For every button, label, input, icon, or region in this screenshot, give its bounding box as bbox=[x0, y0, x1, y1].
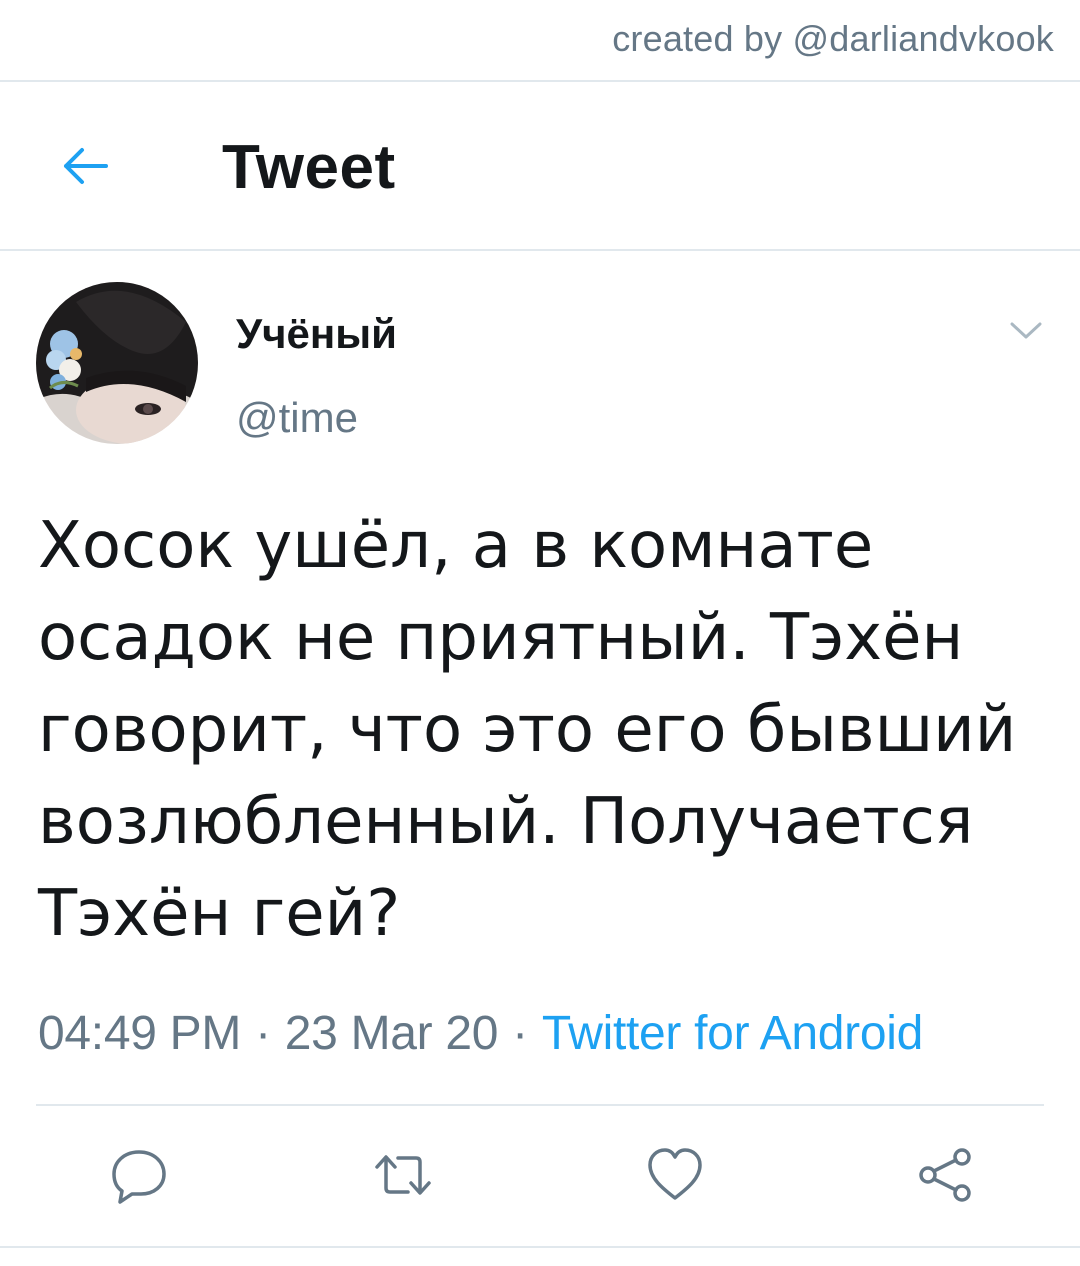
author-handle[interactable]: @time bbox=[236, 394, 358, 442]
chevron-down-icon bbox=[1010, 322, 1042, 339]
back-button[interactable] bbox=[56, 136, 116, 196]
back-arrow-icon bbox=[64, 148, 108, 184]
heart-icon bbox=[648, 1148, 702, 1200]
tweet-text: Хосок ушёл, а в комнате осадок не приятн… bbox=[38, 509, 1017, 951]
reply-icon bbox=[112, 1150, 166, 1204]
author-display-name[interactable]: Учёный bbox=[236, 310, 397, 358]
page-title: Tweet bbox=[222, 133, 396, 202]
share-icon bbox=[919, 1148, 971, 1202]
tweet-source-link[interactable]: Twitter for Android bbox=[542, 1007, 923, 1060]
bottom-divider bbox=[0, 1246, 1080, 1248]
tweet-meta: 04:49 PM · 23 Mar 20 · Twitter for Android bbox=[38, 1006, 923, 1061]
retweet-button[interactable] bbox=[368, 1140, 438, 1210]
tweet-menu-button[interactable] bbox=[1008, 312, 1044, 348]
share-button[interactable] bbox=[910, 1140, 980, 1210]
meta-separator: · bbox=[512, 1007, 528, 1060]
meta-divider bbox=[36, 1104, 1044, 1106]
retweet-icon bbox=[375, 1155, 431, 1195]
like-button[interactable] bbox=[640, 1140, 710, 1210]
reply-button[interactable] bbox=[104, 1140, 174, 1210]
tweet-header: Tweet bbox=[0, 82, 1080, 250]
avatar-image bbox=[36, 282, 198, 444]
meta-separator: · bbox=[255, 1007, 271, 1060]
avatar[interactable] bbox=[36, 282, 198, 444]
creator-credit: created by @darliandvkook bbox=[612, 18, 1054, 59]
tweet-date: 23 Mar 20 bbox=[284, 1007, 499, 1060]
tweet-time: 04:49 PM bbox=[38, 1007, 242, 1060]
header-divider bbox=[0, 249, 1080, 251]
action-bar bbox=[0, 1140, 1080, 1210]
